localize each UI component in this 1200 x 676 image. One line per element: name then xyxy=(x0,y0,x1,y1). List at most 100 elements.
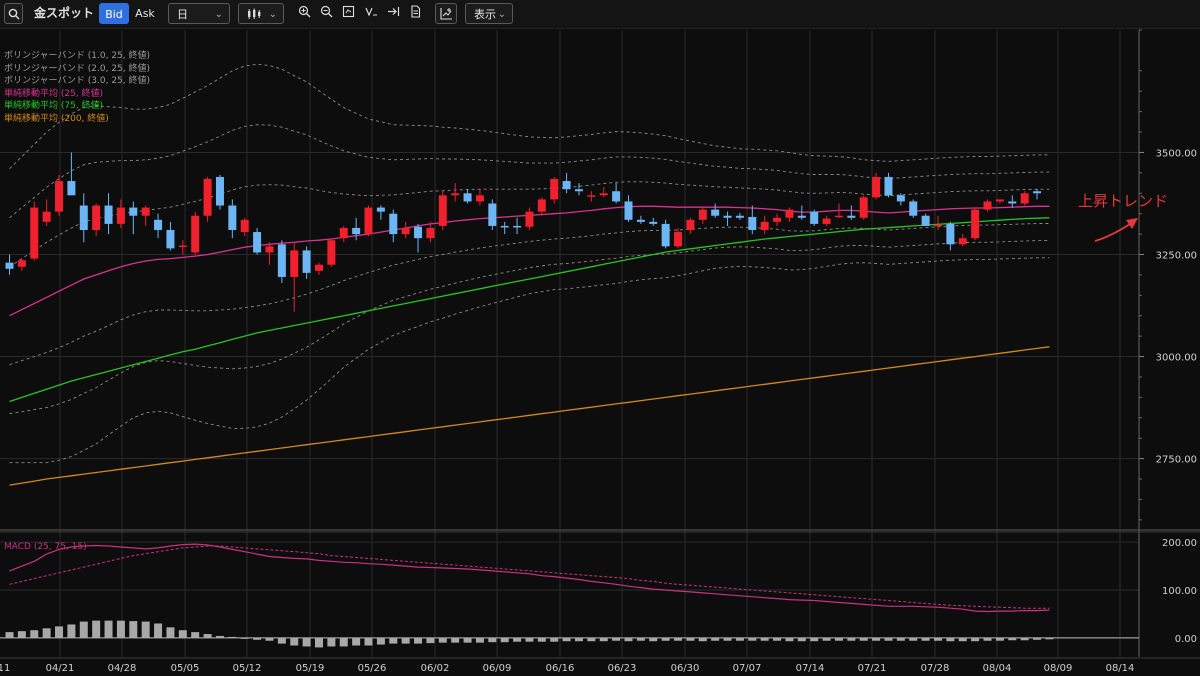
legend-entry: 単純移動平均 (25, 終値) xyxy=(4,88,104,99)
candle-body xyxy=(686,219,695,231)
macd-histogram-bar xyxy=(178,630,187,638)
macd-histogram-bar xyxy=(797,637,806,642)
indicator-button[interactable] xyxy=(363,5,380,22)
legend-entry: ボリンジャーバンド (1.0, 25, 終値) xyxy=(4,51,151,61)
legend-entry: ボリンジャーバンド (3.0, 25, 終値) xyxy=(4,76,151,87)
candle-body xyxy=(79,205,88,231)
candle-body xyxy=(735,215,744,218)
candle-body xyxy=(30,207,39,259)
x-tick-label: 07/07 xyxy=(733,663,762,674)
zoom-in-button[interactable] xyxy=(296,5,313,22)
macd-histogram-bar xyxy=(537,637,546,642)
chart-canvas[interactable]: 04/21 04/28 05/05 05/12 05/19 05/26 06/02 06/09… xyxy=(0,28,1200,676)
macd-histogram-bar xyxy=(17,631,26,638)
macd-histogram-bar xyxy=(438,637,447,643)
macd-histogram-bar xyxy=(426,637,435,644)
x-tick-label: 04/28 xyxy=(108,663,137,674)
candle-body xyxy=(834,215,843,218)
macd-histogram-bar xyxy=(859,637,868,641)
macd-histogram-bar xyxy=(934,637,942,641)
display-menu[interactable]: 表示 ⌄ xyxy=(465,3,513,24)
candle-body xyxy=(748,216,757,231)
macd-tick-label: 200.00 xyxy=(1162,538,1197,549)
macd-histogram-bar xyxy=(30,630,39,638)
legend-entry: ボリンジャーバンド (2.0, 25, 終値) xyxy=(4,63,151,74)
macd-histogram-bar xyxy=(451,637,460,643)
legend-entry: 単純移動平均 (200, 終値) xyxy=(4,114,109,124)
candle-body xyxy=(438,195,447,226)
chart-type-select[interactable]: ⌄ xyxy=(238,3,284,24)
macd-histogram-bar xyxy=(958,637,967,642)
x-tick-label: 06/02 xyxy=(421,663,450,674)
macd-histogram-bar xyxy=(847,637,856,641)
symbol-label[interactable]: 金スポット xyxy=(34,5,94,22)
document-button[interactable] xyxy=(407,5,424,22)
macd-histogram-bar xyxy=(104,620,113,638)
candle-body xyxy=(55,181,64,212)
candle-body xyxy=(550,178,559,200)
candle-body xyxy=(364,207,373,235)
candle-body xyxy=(612,191,621,202)
candle-body xyxy=(129,207,138,216)
candle-body xyxy=(822,218,831,224)
macd-histogram-bar xyxy=(550,637,559,642)
candle-body xyxy=(574,189,583,192)
macd-histogram-bar xyxy=(339,637,348,647)
macd-signal-line xyxy=(9,545,1050,609)
macd-histogram-bar xyxy=(215,635,224,638)
macd-histogram-bar xyxy=(1008,637,1017,641)
candle-body xyxy=(215,176,224,206)
macd-histogram-bar xyxy=(253,637,262,640)
candle-body xyxy=(166,230,175,249)
candle-body xyxy=(475,195,484,202)
macd-histogram-bar xyxy=(810,637,819,642)
candle-body xyxy=(872,176,881,198)
add-chart-icon xyxy=(439,8,452,20)
macd-histogram-bar xyxy=(1020,637,1029,641)
macd-tick-label: 0.00 xyxy=(1175,634,1197,645)
macd-histogram-bar xyxy=(773,637,782,641)
fit-screen-button[interactable] xyxy=(340,5,357,22)
chevron-down-icon: ⌄ xyxy=(268,9,277,20)
macd-histogram-bar xyxy=(5,632,14,638)
x-tick-label: 06/16 xyxy=(546,663,575,674)
candle-body xyxy=(587,195,596,197)
macd-histogram-bar xyxy=(364,637,373,646)
x-tick-label: 08/14 xyxy=(1106,663,1135,674)
macd-histogram-bar xyxy=(376,637,385,645)
candle-body xyxy=(971,209,980,239)
candle-body xyxy=(302,250,311,273)
macd-histogram-bar xyxy=(636,637,645,641)
macd-histogram-bar xyxy=(921,637,930,641)
macd-histogram-bar xyxy=(116,620,125,638)
search-icon xyxy=(8,8,19,20)
zoom-out-button[interactable] xyxy=(318,5,335,22)
search-button[interactable] xyxy=(4,3,23,24)
bid-toggle[interactable]: Bid xyxy=(99,3,129,24)
macd-histogram-bar xyxy=(228,636,237,638)
macd-histogram-bar xyxy=(599,637,608,642)
macd-histogram-bar xyxy=(946,637,955,642)
candle-body xyxy=(414,226,423,239)
macd-histogram-bar xyxy=(872,637,881,641)
x-tick-label: 06/30 xyxy=(671,663,700,674)
x-tick-label: 04/21 xyxy=(46,663,75,674)
period-select[interactable]: 日 ⌄ xyxy=(168,3,230,24)
x-tick-label: 06/23 xyxy=(608,663,637,674)
ask-toggle[interactable]: Ask xyxy=(130,3,160,24)
candle-body xyxy=(810,211,819,224)
macd-histogram-bar xyxy=(240,637,249,639)
y-tick-label: 3500.00 xyxy=(1156,148,1197,159)
candle-body xyxy=(711,209,720,216)
macd-histogram-bar xyxy=(290,637,299,646)
candle-body xyxy=(909,201,918,216)
add-chart-button[interactable] xyxy=(435,3,457,24)
macd-histogram-bar xyxy=(661,637,670,641)
candle-body xyxy=(5,262,14,269)
candle-body xyxy=(104,205,113,224)
macd-histogram-bar xyxy=(785,637,794,642)
macd-histogram-bar xyxy=(265,637,274,641)
jump-latest-button[interactable] xyxy=(385,5,402,22)
candle-body xyxy=(760,221,769,231)
macd-histogram-bar xyxy=(154,623,163,638)
